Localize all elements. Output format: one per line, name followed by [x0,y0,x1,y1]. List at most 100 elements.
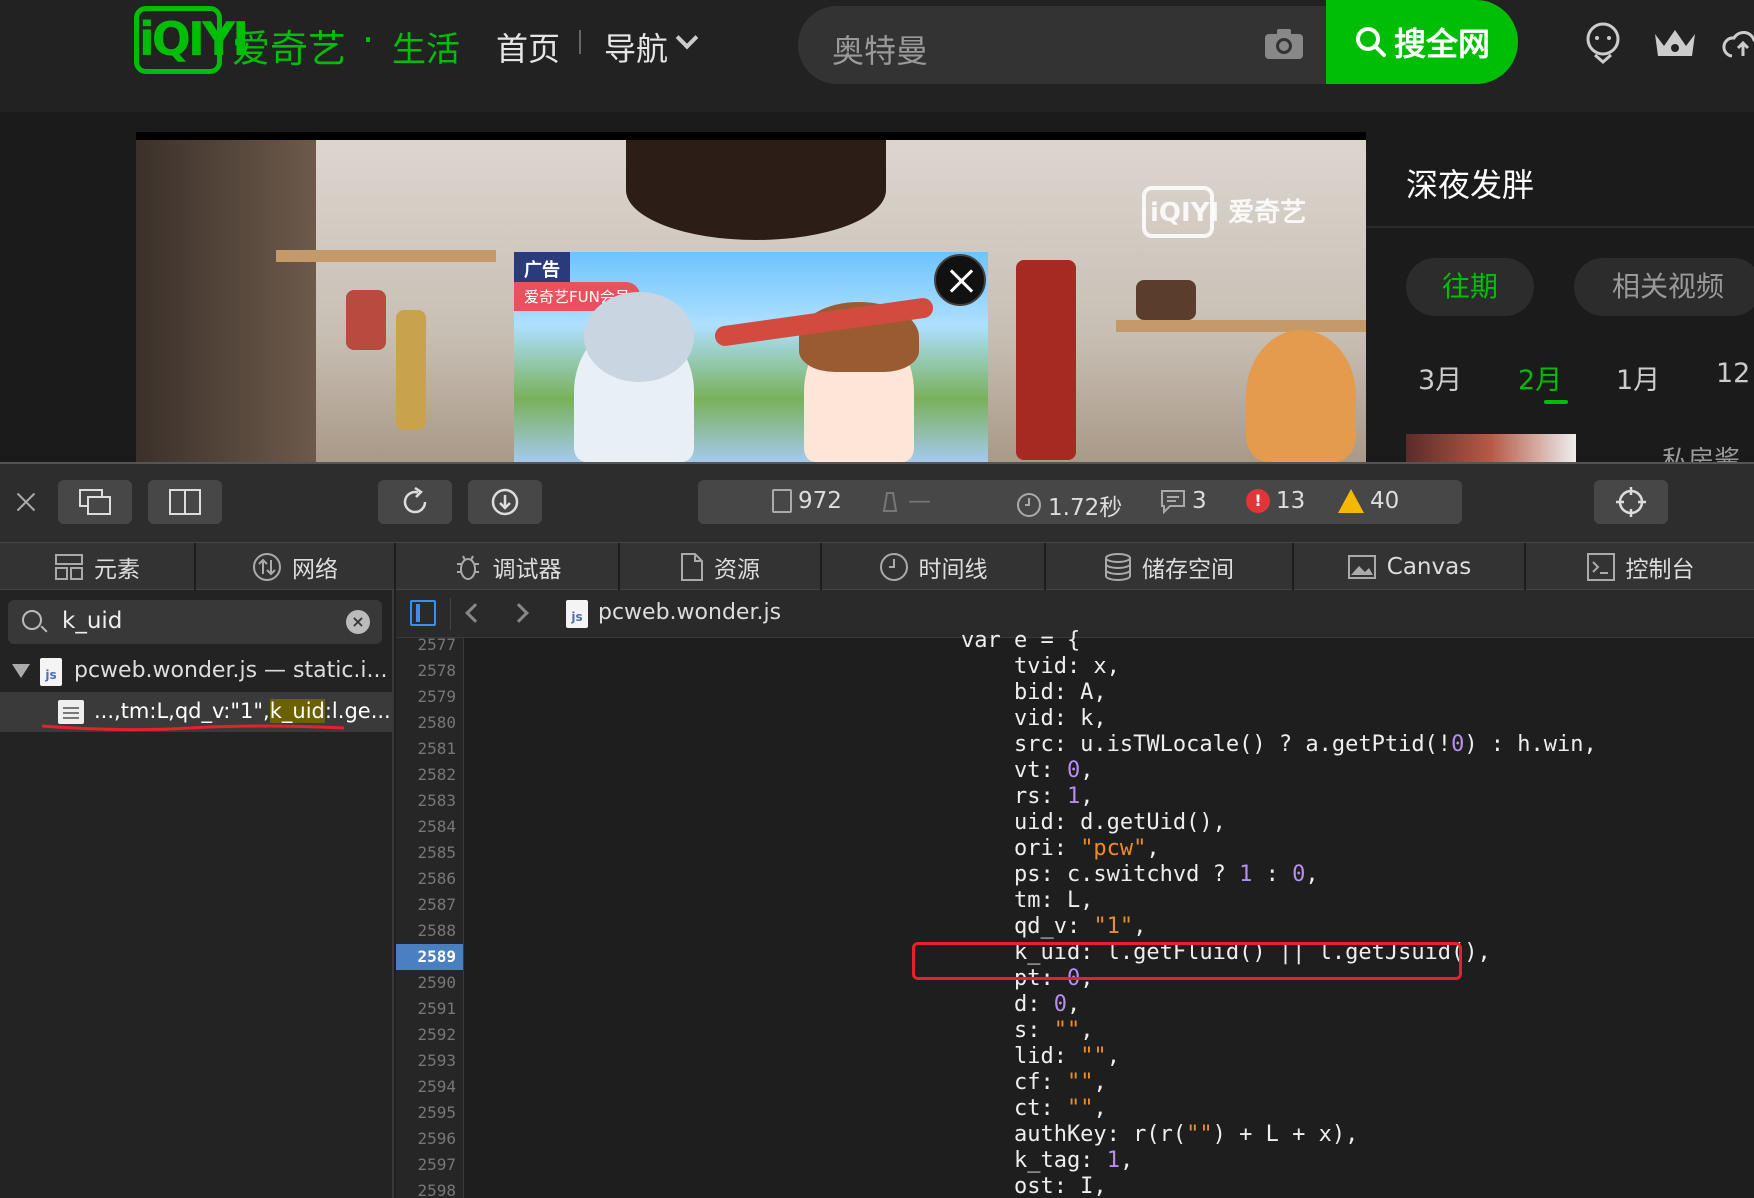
line-number[interactable]: 2590 [396,970,456,996]
tab-canvas[interactable]: Canvas [1294,543,1526,591]
resource-search-input[interactable]: k_uid [62,608,122,634]
tab-console[interactable]: 控制台 [1526,543,1754,591]
user-avatar-icon[interactable] [1584,22,1622,64]
detach-window-button[interactable] [58,480,132,524]
logs-count[interactable]: 3 [1160,488,1207,514]
line-number[interactable]: 2597 [396,1152,456,1178]
line-number[interactable]: 2593 [396,1048,456,1074]
code-line: d: 0, [908,992,1081,1017]
database-icon [1105,553,1131,581]
line-number[interactable]: 2592 [396,1022,456,1048]
network-icon [253,553,281,581]
line-number[interactable]: 2585 [396,840,456,866]
forward-arrow-icon[interactable] [509,603,529,623]
open-file-name[interactable]: pcweb.wonder.js [598,600,781,625]
line-number[interactable]: 2596 [396,1126,456,1152]
resource-search-field[interactable]: k_uid × [8,600,382,644]
js-file-icon: js [566,600,588,628]
tab-storage-label: 储存空间 [1142,557,1234,583]
reload-button[interactable] [378,480,452,524]
ad-anime-hair-1 [584,292,694,382]
tab-storage[interactable]: 储存空间 [1046,543,1294,591]
tab-elements[interactable]: 元素 [0,543,196,591]
month-active-indicator [1544,400,1568,404]
tab-elements-label: 元素 [94,557,140,583]
code-line: authKey: r(r("") + L + x), [908,1122,1359,1147]
search-box[interactable]: 奥特曼 [798,6,1328,84]
transfer-size[interactable]: — [878,488,931,514]
tab-related-videos[interactable]: 相关视频 [1574,258,1754,316]
line-number[interactable]: 2586 [396,866,456,892]
warnings-count[interactable]: 40 [1338,488,1399,514]
back-arrow-icon[interactable] [465,603,485,623]
search-button-label: 搜全网 [1393,25,1490,63]
inspect-element-button[interactable] [1594,480,1668,524]
line-number[interactable]: 2587 [396,892,456,918]
search-icon [1355,27,1386,57]
vip-crown-icon[interactable] [1652,26,1698,60]
search-input[interactable]: 奥特曼 [832,26,928,72]
logo-cn-text[interactable]: 爱奇艺 [232,18,346,73]
line-number[interactable]: 2591 [396,996,456,1022]
video-player[interactable]: iQIYI 爱奇艺 广告 爱奇艺FUN会员 [136,132,1366,462]
tab-timelines[interactable]: 时间线 [822,543,1046,591]
code-line: s: "", [908,1018,1094,1043]
line-number[interactable]: 2594 [396,1074,456,1100]
line-number[interactable]: 2598 [396,1178,456,1198]
line-number[interactable]: 2578 [396,658,456,684]
crosshair-icon [1616,487,1646,517]
tab-timelines-label: 时间线 [918,557,988,583]
episode-thumbnail[interactable] [1406,434,1576,462]
dock-side-button[interactable] [148,480,222,524]
line-number[interactable]: 2580 [396,710,456,736]
js-file-icon: js [40,658,62,686]
close-ad-button[interactable] [934,254,986,306]
line-number[interactable]: 2588 [396,918,456,944]
active-line-number[interactable]: 2589 [396,944,463,970]
disclosure-triangle-icon[interactable] [12,664,30,678]
search-icon [22,610,42,630]
ad-banner[interactable]: 广告 爱奇艺FUN会员 [514,252,988,462]
resources-count[interactable]: 972 [772,488,842,514]
nav-home-link[interactable]: 首页 [496,24,560,70]
resources-count-value: 972 [798,488,842,514]
line-number[interactable]: 2584 [396,814,456,840]
line-number-gutter[interactable]: 2577 2578 2579 2580 2581 2582 2583 2584 2585 2586… [396,638,464,1198]
tab-resources[interactable]: 资源 [620,543,822,591]
load-time[interactable]: 1.72秒 [1016,488,1122,522]
line-number[interactable]: 2581 [396,736,456,762]
navigation-sidebar-toggle-icon[interactable] [410,600,436,626]
month-tab[interactable]: 3月 [1418,358,1462,397]
dashboard-stats[interactable]: 972 — 1.72秒 3 ! 13 40 [698,480,1462,524]
chevron-down-icon[interactable] [675,26,699,50]
close-inspector-icon[interactable] [14,490,38,514]
month-tab-active[interactable]: 2月 [1518,358,1562,397]
iqiyi-logo[interactable]: iQIYI [134,6,249,74]
text-match-icon [58,700,84,724]
line-number[interactable]: 2595 [396,1100,456,1126]
tab-network[interactable]: 网络 [196,543,396,591]
upload-cloud-icon[interactable] [1722,26,1754,60]
download-button[interactable] [468,480,542,524]
line-number[interactable]: 2579 [396,684,456,710]
line-number[interactable]: 2577 [396,638,456,658]
camera-icon[interactable] [1264,28,1304,60]
month-tab[interactable]: 1月 [1616,358,1660,397]
code-line: ps: c.switchvd ? 1 : 0, [908,862,1319,887]
search-result-file[interactable]: js pcweb.wonder.js — static.i... [0,652,394,690]
error-icon: ! [1246,489,1270,513]
bug-icon [456,555,479,580]
search-all-button[interactable]: 搜全网 [1326,0,1518,84]
logo-channel-text[interactable]: 生活 [392,22,460,71]
month-tab[interactable]: 12 [1716,358,1750,389]
tab-debugger[interactable]: 调试器 [396,543,620,591]
tab-past-episodes[interactable]: 往期 [1406,258,1534,316]
nav-guide-link[interactable]: 导航 [604,24,668,70]
clear-search-icon[interactable]: × [346,610,370,634]
video-frame-toy-dog [1246,330,1356,462]
document-icon [772,489,792,513]
errors-count[interactable]: ! 13 [1246,488,1305,514]
search-sidebar: k_uid × js pcweb.wonder.js — static.i...… [0,590,394,1198]
line-number[interactable]: 2582 [396,762,456,788]
line-number[interactable]: 2583 [396,788,456,814]
